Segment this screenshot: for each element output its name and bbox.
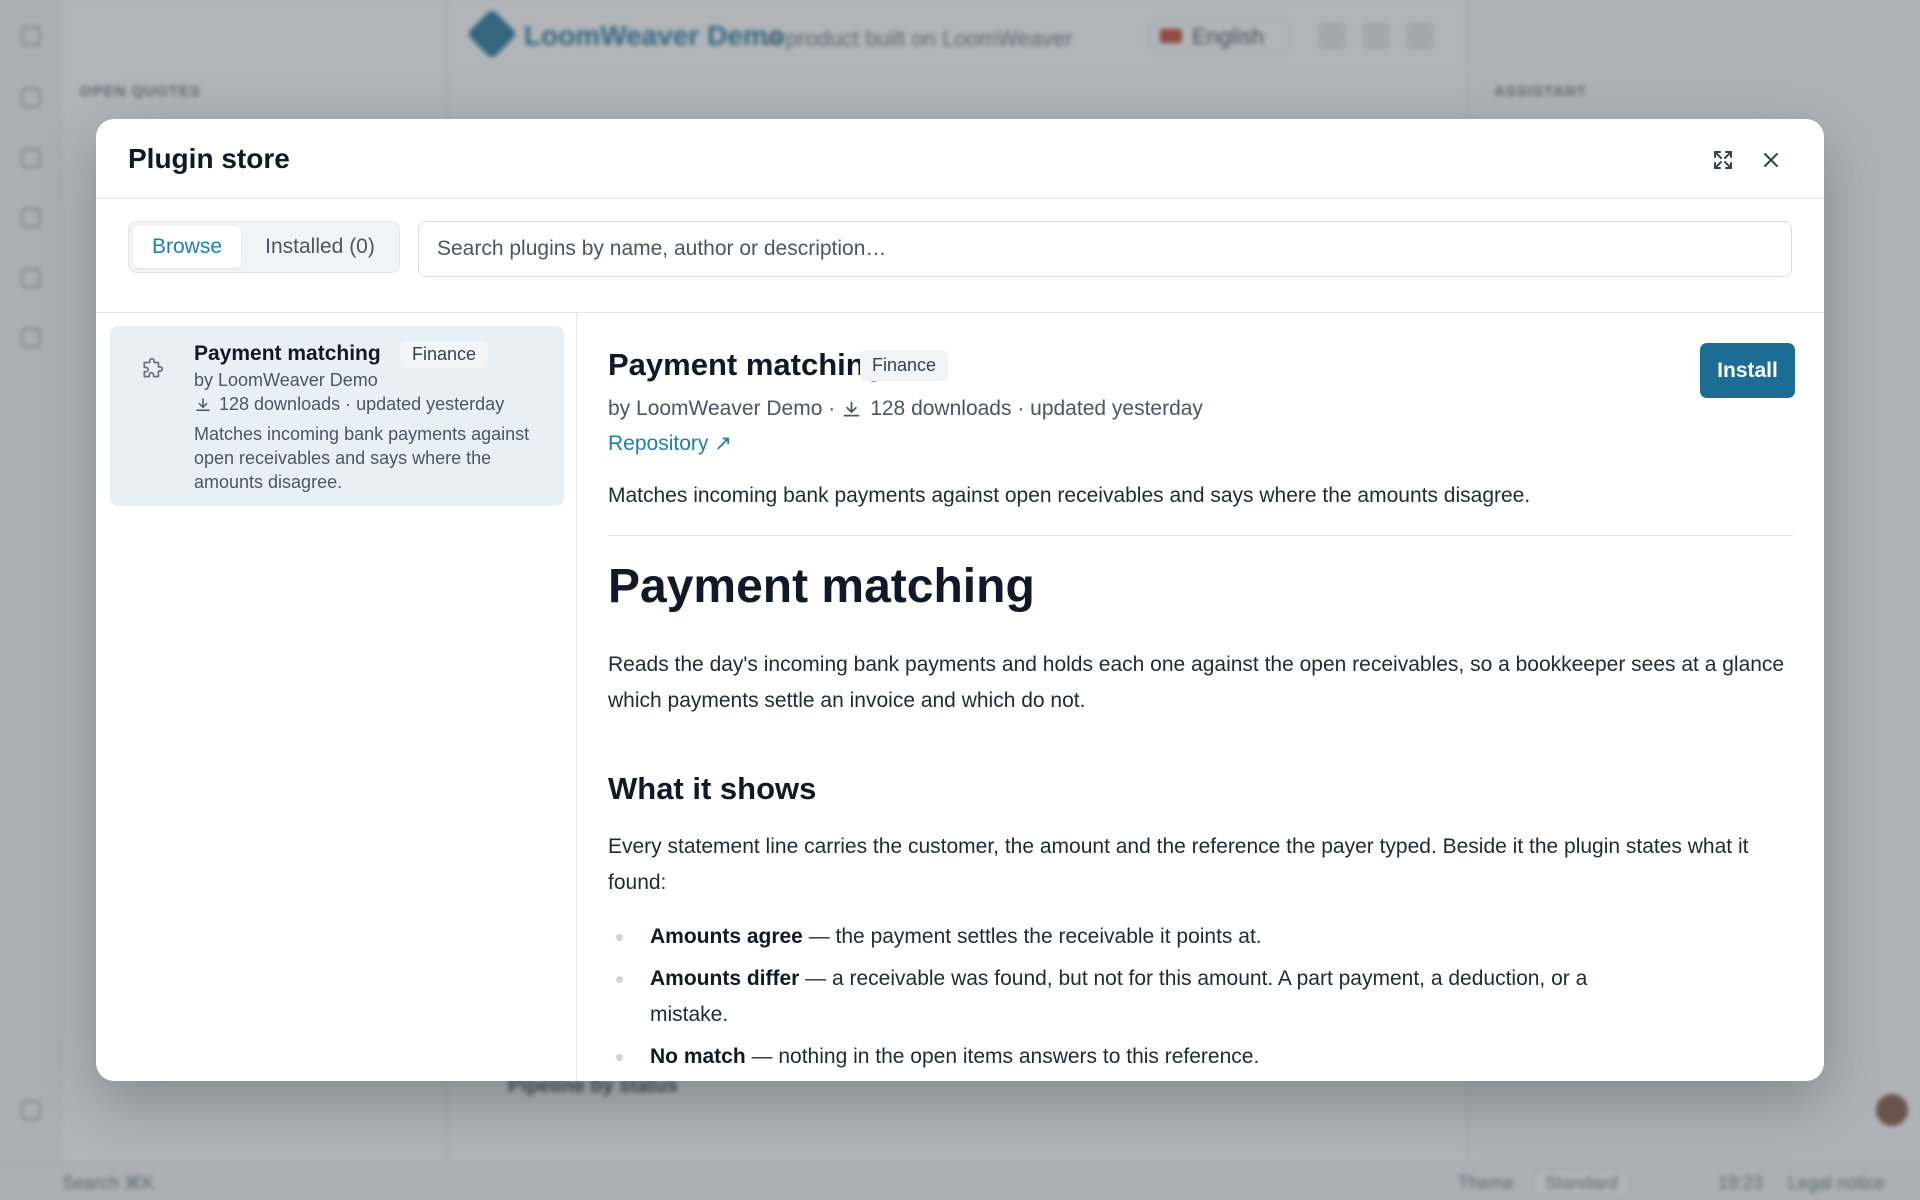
readme-list: Amounts agree — the payment settles the … <box>608 919 1794 1075</box>
close-icon <box>1764 153 1778 167</box>
readme: Payment matching Reads the day's incomin… <box>608 557 1794 1081</box>
plugin-detail: Payment matching Finance Install by Loom… <box>578 313 1824 1081</box>
bullet-icon <box>616 934 623 941</box>
list-item-term: Amounts agree <box>650 925 803 948</box>
view-switch: Browse Installed (0) <box>128 221 400 273</box>
plugin-stats-text: 128 downloads · updated yesterday <box>219 394 505 414</box>
detail-stats: 128 downloads · updated yesterday <box>870 397 1203 420</box>
detail-category-badge: Finance <box>860 350 949 381</box>
plugin-list-item[interactable]: Payment matching Finance by LoomWeaver D… <box>110 326 564 506</box>
list-item-term: Amounts differ <box>650 967 800 990</box>
download-icon <box>843 401 860 416</box>
plugin-store-dialog: Plugin store Browse Installed (0) Search… <box>96 119 1824 1081</box>
list-item: Amounts agree — the payment settles the … <box>608 919 1794 955</box>
category-badge: Finance <box>400 341 489 368</box>
bullet-icon <box>616 1054 623 1061</box>
tab-installed[interactable]: Installed (0) <box>245 226 395 268</box>
tab-browse[interactable]: Browse <box>133 226 241 268</box>
detail-summary: Matches incoming bank payments against o… <box>608 484 1531 507</box>
download-icon <box>196 397 210 411</box>
plugin-stats: 128 downloads · updated yesterday <box>194 394 504 415</box>
dialog-title: Plugin store <box>128 143 290 174</box>
puzzle-icon <box>136 352 170 386</box>
readme-intro: Reads the day's incoming bank payments a… <box>608 653 1785 712</box>
plugin-search-input[interactable] <box>418 221 1792 277</box>
plugin-description: Matches incoming bank payments against o… <box>194 424 530 492</box>
install-button[interactable]: Install <box>1700 343 1795 398</box>
divider <box>608 535 1794 536</box>
readme-heading: Payment matching <box>608 560 1035 613</box>
detail-title: Payment matching <box>608 347 884 382</box>
list-item-text: — the payment settles the receivable it … <box>802 925 1262 948</box>
list-item-term: No match <box>650 1045 746 1068</box>
readme-subheading: What it shows <box>608 771 817 806</box>
plugin-author: by LoomWeaver Demo <box>194 370 378 390</box>
list-item: Amounts differ — a receivable was found,… <box>608 961 1794 1033</box>
dialog-body: Payment matching Finance by LoomWeaver D… <box>96 313 1824 1081</box>
close-button[interactable] <box>1754 143 1788 177</box>
detail-author: by LoomWeaver Demo · <box>608 397 836 420</box>
list-item-text: — nothing in the open items answers to t… <box>745 1045 1260 1068</box>
plugin-list: Payment matching Finance by LoomWeaver D… <box>96 313 577 1081</box>
detail-meta: by LoomWeaver Demo · 128 downloads · upd… <box>608 397 1203 421</box>
dialog-toolbar: Browse Installed (0) <box>96 199 1824 313</box>
bullet-icon <box>616 976 623 983</box>
expand-icon <box>1714 151 1732 169</box>
readme-paragraph: Every statement line carries the custome… <box>608 835 1749 894</box>
plugin-name: Payment matching <box>194 342 381 365</box>
dialog-header: Plugin store <box>96 119 1824 199</box>
repository-link[interactable]: Repository ↗ <box>608 431 732 456</box>
expand-button[interactable] <box>1706 143 1740 177</box>
list-item: No match — nothing in the open items ans… <box>608 1039 1794 1075</box>
